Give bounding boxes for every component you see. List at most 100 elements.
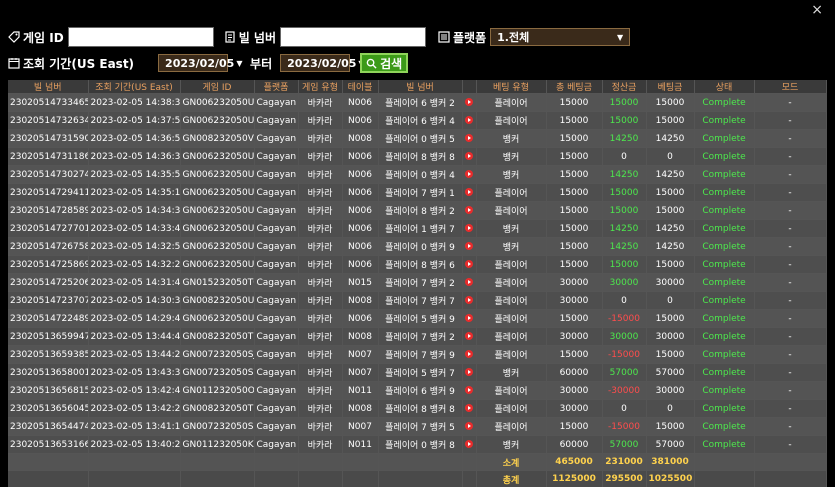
video-play-icon[interactable] <box>465 242 473 250</box>
table-cell: N015 <box>342 274 378 292</box>
video-play-icon[interactable] <box>465 332 473 340</box>
video-play-icon[interactable] <box>465 152 473 160</box>
bill-number-cell: 230205147224891 <box>8 310 88 328</box>
video-play-icon[interactable] <box>465 206 473 214</box>
platform-cell: Cagayan <box>254 202 298 220</box>
video-play-icon[interactable] <box>465 314 473 322</box>
result-cell: 플레이어 7 뱅커 5 <box>378 418 462 436</box>
table-row[interactable]: 2302051472941182023-02-05 14:35:10GN0062… <box>8 184 826 202</box>
table-row[interactable]: 2302051473346562023-02-05 14:38:35GN0062… <box>8 94 826 112</box>
video-play-icon[interactable] <box>465 296 473 304</box>
mode-cell: - <box>754 220 826 238</box>
platform-select[interactable]: 1.전체 ▼ <box>490 28 630 46</box>
video-play-icon[interactable] <box>465 170 473 178</box>
table-row[interactable]: 2302051472858902023-02-05 14:34:30GN0062… <box>8 202 826 220</box>
result-cell: 플레이어 0 뱅커 8 <box>378 436 462 454</box>
mode-cell: - <box>754 184 826 202</box>
tag-icon <box>8 31 20 43</box>
game-id-input[interactable] <box>68 27 214 47</box>
video-cell <box>462 184 476 202</box>
bill-number-input[interactable] <box>280 27 426 47</box>
video-play-icon[interactable] <box>465 224 473 232</box>
mode-cell: - <box>754 94 826 112</box>
total-row: 총계11250002955001025500 <box>8 471 826 487</box>
total-bet-cell: 30000 <box>546 400 602 418</box>
bill-number-cell: 230205136593855 <box>8 346 88 364</box>
table-row[interactable]: 2302051473118672023-02-05 14:36:38GN0062… <box>8 148 826 166</box>
game-id-cell: GN008232050UW <box>180 292 254 310</box>
total-bet-cell: 15000 <box>546 184 602 202</box>
video-play-icon[interactable] <box>465 98 473 106</box>
bill-number-cell: 230205147277011 <box>8 220 88 238</box>
table-row[interactable]: 2302051365604542023-02-05 13:42:20GN0082… <box>8 400 826 418</box>
date-cell: 2023-02-05 14:34:30 <box>88 202 180 220</box>
table-row[interactable]: 2302051472520632023-02-05 14:31:45GN0152… <box>8 274 826 292</box>
game-id-cell: GN006232050UP <box>180 148 254 166</box>
date-cell: 2023-02-05 13:42:47 <box>88 382 180 400</box>
game-id-cell: GN006232050UO <box>180 166 254 184</box>
video-cell <box>462 166 476 184</box>
video-play-icon[interactable] <box>465 368 473 376</box>
table-row[interactable]: 2302051473263482023-02-05 14:37:52GN0062… <box>8 112 826 130</box>
table-row[interactable]: 2302051473027462023-02-05 14:35:51GN0062… <box>8 166 826 184</box>
game-id-cell: GN007232050SF <box>180 418 254 436</box>
close-icon[interactable]: × <box>811 2 823 18</box>
video-cell <box>462 292 476 310</box>
table-row[interactable]: 2302051365938552023-02-05 13:44:25GN0072… <box>8 346 826 364</box>
video-play-icon[interactable] <box>465 278 473 286</box>
mode-cell: - <box>754 274 826 292</box>
settlement-cell: -30000 <box>602 382 646 400</box>
game-type-cell: 바카라 <box>298 436 342 454</box>
result-cell: 플레이어 6 뱅커 9 <box>378 382 462 400</box>
bet-amount-cell: 15000 <box>646 94 694 112</box>
column-header: 모드 <box>754 80 826 94</box>
date-to-picker[interactable]: 2023/02/05 ▼ <box>280 54 350 72</box>
search-button[interactable]: 검색 <box>360 53 408 73</box>
mode-cell: - <box>754 130 826 148</box>
video-play-icon[interactable] <box>465 188 473 196</box>
bet-type-cell: 플레이어 <box>476 292 546 310</box>
date-cell: 2023-02-05 13:40:24 <box>88 436 180 454</box>
table-row[interactable]: 2302051472675882023-02-05 14:32:57GN0062… <box>8 238 826 256</box>
settlement-cell: -15000 <box>602 418 646 436</box>
bill-number-cell: 230205147285890 <box>8 202 88 220</box>
table-cell: N008 <box>342 130 378 148</box>
table-row[interactable]: 2302051365994742023-02-05 13:44:46GN0082… <box>8 328 826 346</box>
video-play-icon[interactable] <box>465 350 473 358</box>
table-row[interactable]: 2302051365316632023-02-05 13:40:24GN0112… <box>8 436 826 454</box>
platform-label: 플랫폼 <box>438 29 486 46</box>
table-cell: N006 <box>342 94 378 112</box>
game-type-cell: 바카라 <box>298 292 342 310</box>
table-row[interactable]: 2302051365681592023-02-05 13:42:47GN0112… <box>8 382 826 400</box>
table-row[interactable]: 2302051365800142023-02-05 13:43:33GN0072… <box>8 364 826 382</box>
chevron-down-icon: ▼ <box>617 33 623 42</box>
game-type-cell: 바카라 <box>298 364 342 382</box>
video-play-icon[interactable] <box>465 116 473 124</box>
status-cell: Complete <box>694 220 754 238</box>
column-header: 플랫폼 <box>254 80 298 94</box>
mode-cell: - <box>754 328 826 346</box>
total-bet-cell: 15000 <box>546 238 602 256</box>
video-play-icon[interactable] <box>465 404 473 412</box>
video-play-icon[interactable] <box>465 134 473 142</box>
settlement-cell: 30000 <box>602 328 646 346</box>
table-row[interactable]: 2302051473159082023-02-05 14:36:59GN0082… <box>8 130 826 148</box>
game-type-cell: 바카라 <box>298 310 342 328</box>
table-row[interactable]: 2302051472770112023-02-05 14:33:44GN0062… <box>8 220 826 238</box>
table-row[interactable]: 2302051472586962023-02-05 14:32:20GN0062… <box>8 256 826 274</box>
table-cell: N006 <box>342 220 378 238</box>
video-play-icon[interactable] <box>465 386 473 394</box>
table-row[interactable]: 2302051365447422023-02-05 13:41:18GN0072… <box>8 418 826 436</box>
bet-amount-cell: 15000 <box>646 310 694 328</box>
table-row[interactable]: 2302051472370762023-02-05 14:30:36GN0082… <box>8 292 826 310</box>
platform-cell: Cagayan <box>254 256 298 274</box>
table-row[interactable]: 2302051472248912023-02-05 14:29:40GN0062… <box>8 310 826 328</box>
game-id-cell: GN015232050T0 <box>180 274 254 292</box>
mode-cell: - <box>754 148 826 166</box>
date-from-picker[interactable]: 2023/02/05 ▼ <box>158 54 228 72</box>
empty-cell <box>462 471 476 487</box>
video-play-icon[interactable] <box>465 440 473 448</box>
video-play-icon[interactable] <box>465 260 473 268</box>
video-play-icon[interactable] <box>465 422 473 430</box>
mode-cell: - <box>754 400 826 418</box>
